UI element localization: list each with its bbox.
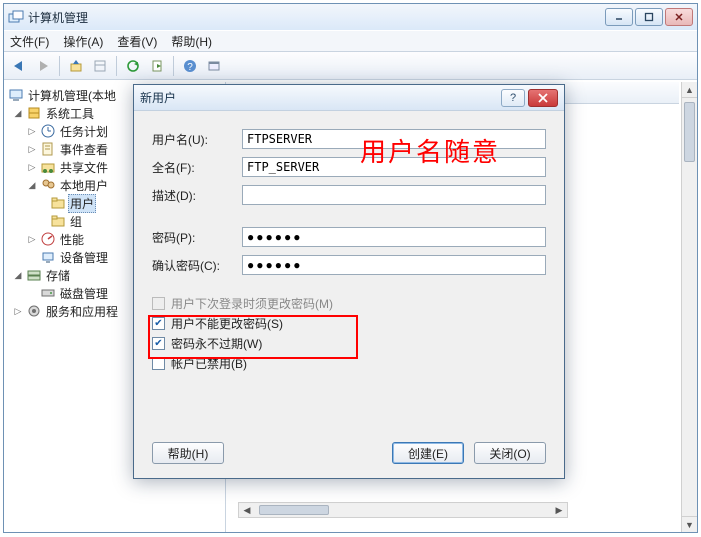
username-input[interactable] xyxy=(242,129,546,149)
dialog-titlebar: 新用户 ? xyxy=(134,85,564,111)
chevron-down-icon[interactable]: ◢ xyxy=(12,269,24,281)
svg-text:?: ? xyxy=(187,62,193,73)
menu-action[interactable]: 操作(A) xyxy=(63,33,103,50)
computer-icon xyxy=(8,87,24,103)
toolbar-help-button[interactable]: ? xyxy=(179,55,201,77)
toolbar-back-button[interactable] xyxy=(8,55,30,77)
scroll-thumb[interactable] xyxy=(684,102,695,162)
toolbar-refresh-button[interactable] xyxy=(122,55,144,77)
close-button[interactable] xyxy=(665,8,693,26)
fullname-input[interactable] xyxy=(242,157,546,177)
confirm-password-input[interactable] xyxy=(242,255,546,275)
menu-view[interactable]: 查看(V) xyxy=(117,33,157,50)
checkbox-never-expire[interactable]: ✔ xyxy=(152,337,165,350)
toolbar-extra-button[interactable] xyxy=(203,55,225,77)
tools-icon xyxy=(26,105,42,121)
minimize-button[interactable] xyxy=(605,8,633,26)
folder-icon xyxy=(50,213,66,229)
maximize-button[interactable] xyxy=(635,8,663,26)
folder-icon xyxy=(50,195,66,211)
checkbox-account-disabled[interactable] xyxy=(152,357,165,370)
scroll-hthumb[interactable] xyxy=(259,505,329,515)
services-icon xyxy=(26,303,42,319)
chevron-right-icon[interactable]: ▷ xyxy=(26,143,38,155)
storage-icon xyxy=(26,267,42,283)
vertical-scrollbar[interactable]: ▲ ▼ xyxy=(681,82,697,532)
chevron-right-icon[interactable]: ▷ xyxy=(26,125,38,137)
chevron-right-icon[interactable]: ▷ xyxy=(26,233,38,245)
perf-icon xyxy=(40,231,56,247)
event-icon xyxy=(40,141,56,157)
chevron-right-icon[interactable]: ▷ xyxy=(26,161,38,173)
dialog-button-row: 帮助(H) 创建(E) 关闭(O) xyxy=(152,442,546,464)
scroll-down-icon[interactable]: ▼ xyxy=(682,516,697,532)
chevron-down-icon[interactable]: ◢ xyxy=(26,179,38,191)
label-description: 描述(D): xyxy=(152,187,242,204)
scroll-track[interactable] xyxy=(255,503,551,517)
dialog-body: 用户名(U): 全名(F): 描述(D): 密码(P): 确认密码(C): 用户… xyxy=(134,111,564,478)
horizontal-scrollbar[interactable]: ◀ ▶ xyxy=(238,502,568,518)
dialog-close-button[interactable] xyxy=(528,89,558,107)
label-fullname: 全名(F): xyxy=(152,159,242,176)
label-account-disabled: 帐户已禁用(B) xyxy=(171,355,247,372)
share-icon xyxy=(40,159,56,175)
label-username: 用户名(U): xyxy=(152,131,242,148)
toolbar-properties-button[interactable] xyxy=(89,55,111,77)
clock-icon xyxy=(40,123,56,139)
new-user-dialog: 新用户 ? 用户名(U): 全名(F): 描述(D): 密码(P): 确认密码(… xyxy=(133,84,565,479)
app-icon xyxy=(8,9,24,25)
description-input[interactable] xyxy=(242,185,546,205)
chevron-down-icon[interactable]: ◢ xyxy=(12,107,24,119)
dialog-title: 新用户 xyxy=(140,89,501,106)
toolbar: ? xyxy=(4,52,697,80)
menubar: 文件(F) 操作(A) 查看(V) 帮助(H) xyxy=(4,30,697,52)
scroll-up-icon[interactable]: ▲ xyxy=(682,82,697,98)
label-must-change: 用户下次登录时须更改密码(M) xyxy=(171,295,333,312)
chevron-right-icon[interactable]: ▷ xyxy=(12,305,24,317)
dialog-help-bottom-button[interactable]: 帮助(H) xyxy=(152,442,224,464)
main-titlebar: 计算机管理 xyxy=(4,4,697,30)
close-bottom-button[interactable]: 关闭(O) xyxy=(474,442,546,464)
users-icon xyxy=(40,177,56,193)
dialog-help-button[interactable]: ? xyxy=(501,89,525,107)
label-never-expire: 密码永不过期(W) xyxy=(171,335,262,352)
menu-help[interactable]: 帮助(H) xyxy=(171,33,212,50)
menu-file[interactable]: 文件(F) xyxy=(10,33,49,50)
checkbox-cannot-change[interactable]: ✔ xyxy=(152,317,165,330)
label-confirm-password: 确认密码(C): xyxy=(152,257,242,274)
window-controls xyxy=(605,8,693,26)
scroll-right-icon[interactable]: ▶ xyxy=(551,503,567,517)
disk-icon xyxy=(40,285,56,301)
toolbar-forward-button[interactable] xyxy=(32,55,54,77)
device-icon xyxy=(40,249,56,265)
toolbar-up-button[interactable] xyxy=(65,55,87,77)
checkbox-must-change xyxy=(152,297,165,310)
create-button[interactable]: 创建(E) xyxy=(392,442,464,464)
scroll-left-icon[interactable]: ◀ xyxy=(239,503,255,517)
main-title: 计算机管理 xyxy=(28,9,605,26)
toolbar-export-button[interactable] xyxy=(146,55,168,77)
label-cannot-change: 用户不能更改密码(S) xyxy=(171,315,283,332)
label-password: 密码(P): xyxy=(152,229,242,246)
password-input[interactable] xyxy=(242,227,546,247)
